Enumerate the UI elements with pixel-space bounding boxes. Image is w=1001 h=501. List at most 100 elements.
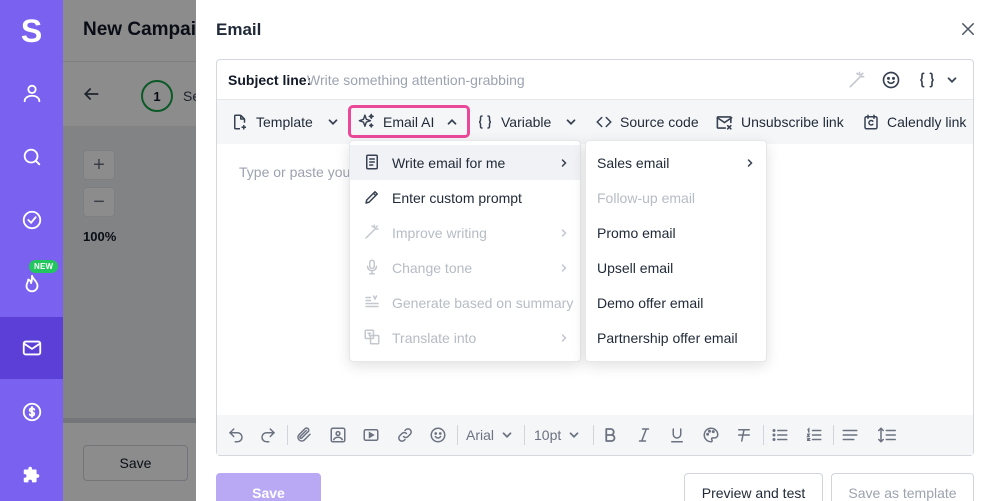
menu-item-label: Improve writing	[392, 225, 487, 241]
menu-item-custom-prompt[interactable]: Enter custom prompt	[350, 180, 580, 215]
email-body-placeholder[interactable]: Type or paste your	[239, 164, 355, 180]
preview-and-test-button[interactable]: Preview and test	[684, 473, 823, 501]
chevron-down-icon[interactable]	[945, 73, 959, 87]
divider	[457, 425, 458, 445]
numbered-list-icon[interactable]	[805, 426, 823, 444]
pencil-icon	[363, 188, 381, 206]
submenu-item-label: Partnership offer email	[597, 330, 738, 346]
italic-icon[interactable]	[635, 426, 653, 444]
email-ai-menu: Write email for me Enter custom prompt I…	[349, 140, 581, 362]
font-family-select[interactable]: Arial	[466, 425, 514, 445]
magic-wand-icon	[363, 223, 381, 241]
variable-dropdown[interactable]: Variable	[476, 100, 578, 144]
nav-integrations[interactable]	[0, 444, 63, 501]
template-dropdown[interactable]: Template	[231, 100, 340, 144]
calendly-link-button[interactable]: Calendly link	[862, 100, 966, 144]
magic-wand-icon[interactable]	[847, 70, 867, 90]
new-badge: NEW	[29, 260, 59, 273]
video-icon[interactable]	[362, 426, 380, 444]
divider	[287, 425, 288, 445]
app-logo[interactable]: S	[0, 0, 63, 62]
undo-icon[interactable]	[227, 426, 245, 444]
submenu-item-label: Demo offer email	[597, 295, 704, 311]
color-palette-icon[interactable]	[702, 426, 720, 444]
menu-item-improve-writing: Improve writing	[350, 215, 580, 250]
attachment-icon[interactable]	[295, 426, 313, 444]
translate-icon	[363, 328, 381, 346]
bullet-list-icon[interactable]	[771, 426, 789, 444]
submenu-item-label: Follow-up email	[597, 190, 696, 206]
calendly-label: Calendly link	[887, 114, 967, 130]
email-ai-dropdown[interactable]: Email AI	[348, 105, 471, 138]
app-sidebar: S NEW	[0, 0, 63, 501]
template-label: Template	[256, 114, 313, 130]
source-code-button[interactable]: Source code	[595, 100, 699, 144]
nav-contacts[interactable]	[0, 62, 63, 124]
write-email-submenu: Sales email Follow-up email Promo email …	[585, 140, 767, 362]
emoji-icon[interactable]	[881, 70, 901, 90]
mail-icon	[22, 340, 41, 356]
menu-item-label: Enter custom prompt	[392, 190, 522, 206]
subject-input[interactable]	[307, 69, 827, 91]
subject-label: Subject line:	[228, 72, 312, 88]
divider	[524, 425, 525, 445]
clear-format-icon[interactable]	[735, 426, 753, 444]
braces-icon	[478, 115, 492, 129]
divider	[763, 425, 764, 445]
chevron-down-icon	[566, 119, 576, 125]
chevron-right-icon	[558, 157, 570, 169]
redo-icon[interactable]	[259, 426, 277, 444]
nav-billing[interactable]	[0, 381, 63, 443]
submenu-item-label: Promo email	[597, 225, 676, 241]
menu-item-translate: Translate into	[350, 320, 580, 355]
menu-item-label: Write email for me	[392, 155, 506, 171]
calendar-icon	[864, 114, 878, 130]
code-icon	[596, 116, 612, 128]
align-icon[interactable]	[841, 426, 859, 444]
unsubscribe-link-button[interactable]: Unsubscribe link	[715, 100, 844, 144]
source-code-label: Source code	[620, 114, 699, 130]
emoji-icon[interactable]	[429, 426, 447, 444]
subject-row: Subject line:	[217, 60, 973, 100]
submenu-item-promo-email[interactable]: Promo email	[586, 215, 766, 250]
summary-icon	[363, 293, 381, 311]
flame-icon	[25, 274, 38, 293]
line-height-icon[interactable]	[877, 426, 897, 444]
font-size-select[interactable]: 10pt	[534, 425, 581, 445]
submenu-item-demo-offer-email[interactable]: Demo offer email	[586, 285, 766, 320]
microphone-icon	[363, 258, 381, 276]
submenu-item-partnership-offer-email[interactable]: Partnership offer email	[586, 320, 766, 355]
menu-item-label: Translate into	[392, 330, 477, 346]
nav-tasks[interactable]	[0, 189, 63, 251]
nav-search[interactable]	[0, 126, 63, 188]
submenu-item-follow-up-email: Follow-up email	[586, 180, 766, 215]
submenu-item-upsell-email[interactable]: Upsell email	[586, 250, 766, 285]
nav-email[interactable]	[0, 317, 63, 379]
submenu-item-sales-email[interactable]: Sales email	[586, 145, 766, 180]
image-icon[interactable]	[329, 426, 347, 444]
menu-item-change-tone: Change tone	[350, 250, 580, 285]
save-as-template-button[interactable]: Save as template	[831, 473, 974, 501]
variable-braces-icon[interactable]	[917, 70, 937, 90]
bold-icon[interactable]	[601, 426, 619, 444]
chevron-down-icon	[502, 432, 512, 438]
chevron-down-icon	[328, 119, 338, 125]
variable-label: Variable	[501, 114, 552, 130]
chevron-down-icon	[569, 432, 579, 438]
format-toolbar: Arial 10pt	[217, 415, 973, 455]
unsubscribe-label: Unsubscribe link	[741, 114, 844, 130]
link-icon[interactable]	[396, 426, 414, 444]
chevron-right-icon	[744, 157, 756, 169]
menu-item-write-email[interactable]: Write email for me	[350, 145, 580, 180]
chevron-right-icon	[558, 332, 570, 344]
menu-item-label: Generate based on summary	[392, 295, 574, 311]
dollar-icon	[22, 402, 41, 422]
underline-icon[interactable]	[668, 426, 686, 444]
chevron-right-icon	[558, 262, 570, 274]
menu-item-label: Change tone	[392, 260, 473, 276]
chevron-right-icon	[558, 227, 570, 239]
save-button[interactable]: Save	[216, 473, 321, 501]
nav-hot-leads[interactable]: NEW	[0, 253, 63, 315]
sparkles-icon	[358, 113, 374, 128]
close-icon[interactable]	[959, 20, 977, 38]
